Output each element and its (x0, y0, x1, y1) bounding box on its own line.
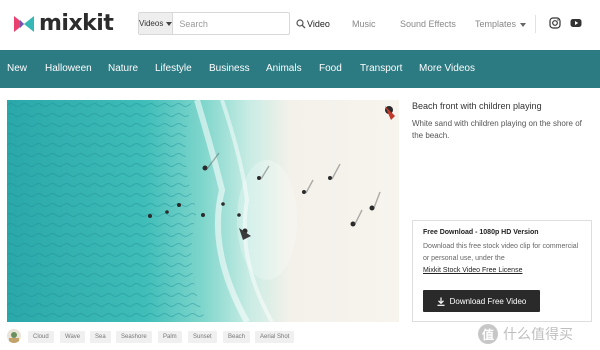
tag-aerial-shot[interactable]: Aerial Shot (255, 331, 295, 343)
chevron-down-icon (520, 22, 527, 27)
site-header: mixkit Videos Video Music Sound Effects … (0, 0, 600, 50)
mixkit-logo[interactable]: mixkit (12, 11, 114, 36)
nav-video[interactable]: Video (307, 18, 330, 30)
nav-sound-effects[interactable]: Sound Effects (400, 18, 456, 30)
tag-palm[interactable]: Palm (158, 331, 182, 343)
watermark-text: 什么值得买 (503, 327, 573, 343)
download-button[interactable]: Download Free Video (423, 290, 540, 312)
category-food[interactable]: Food (319, 50, 342, 88)
category-transport[interactable]: Transport (360, 50, 402, 88)
tag-beach[interactable]: Beach (223, 331, 251, 343)
search-scope-label: Videos (139, 19, 164, 28)
category-nature[interactable]: Nature (108, 50, 138, 88)
nav-templates-label: Templates (475, 19, 517, 29)
video-description: White sand with children playing on the … (412, 119, 582, 140)
logo-wordmark: mixkit (39, 11, 114, 36)
avatar-image (7, 329, 21, 343)
beach-aerial-image (7, 100, 399, 322)
category-nav: New Halloween Nature Lifestyle Business … (0, 50, 600, 88)
watermark-badge: 值 (478, 324, 498, 344)
search-icon (296, 18, 306, 28)
category-lifestyle[interactable]: Lifestyle (155, 50, 192, 88)
header-divider (535, 15, 536, 33)
avatar[interactable] (7, 329, 21, 343)
tag-seashore[interactable]: Seashore (116, 331, 152, 343)
category-new[interactable]: New (7, 50, 27, 88)
video-title: Beach front with children playing (412, 101, 542, 111)
tag-sea[interactable]: Sea (90, 331, 111, 343)
search-button[interactable] (296, 13, 306, 34)
chevron-down-icon (166, 21, 173, 26)
instagram-icon[interactable] (549, 17, 561, 29)
download-text: Download this free stock video clip for … (423, 241, 583, 277)
download-text-body: Download this free stock video clip for … (423, 243, 579, 262)
category-business[interactable]: Business (209, 50, 250, 88)
nav-music[interactable]: Music (352, 18, 376, 30)
tag-wave[interactable]: Wave (60, 331, 86, 343)
nav-templates[interactable]: Templates (475, 18, 527, 30)
download-icon (437, 297, 445, 306)
mixkit-logo-icon (14, 16, 34, 32)
category-more-videos[interactable]: More Videos (419, 50, 475, 88)
search-input[interactable] (173, 13, 297, 34)
video-player[interactable] (7, 100, 399, 322)
license-link[interactable]: Mixkit Stock Video Free License (423, 267, 522, 274)
search-bar: Videos (138, 12, 306, 35)
category-halloween[interactable]: Halloween (45, 50, 92, 88)
download-panel: Free Download - 1080p HD Version Downloa… (412, 220, 592, 322)
category-animals[interactable]: Animals (266, 50, 302, 88)
search-scope-select[interactable]: Videos (139, 13, 174, 34)
youtube-icon[interactable] (570, 17, 582, 29)
watermark: 值 什么值得买 (478, 322, 573, 346)
download-heading: Free Download - 1080p HD Version (423, 229, 539, 236)
download-button-label: Download Free Video (449, 296, 527, 306)
tag-cloud[interactable]: Cloud (28, 331, 54, 343)
tag-sunset[interactable]: Sunset (188, 331, 217, 343)
